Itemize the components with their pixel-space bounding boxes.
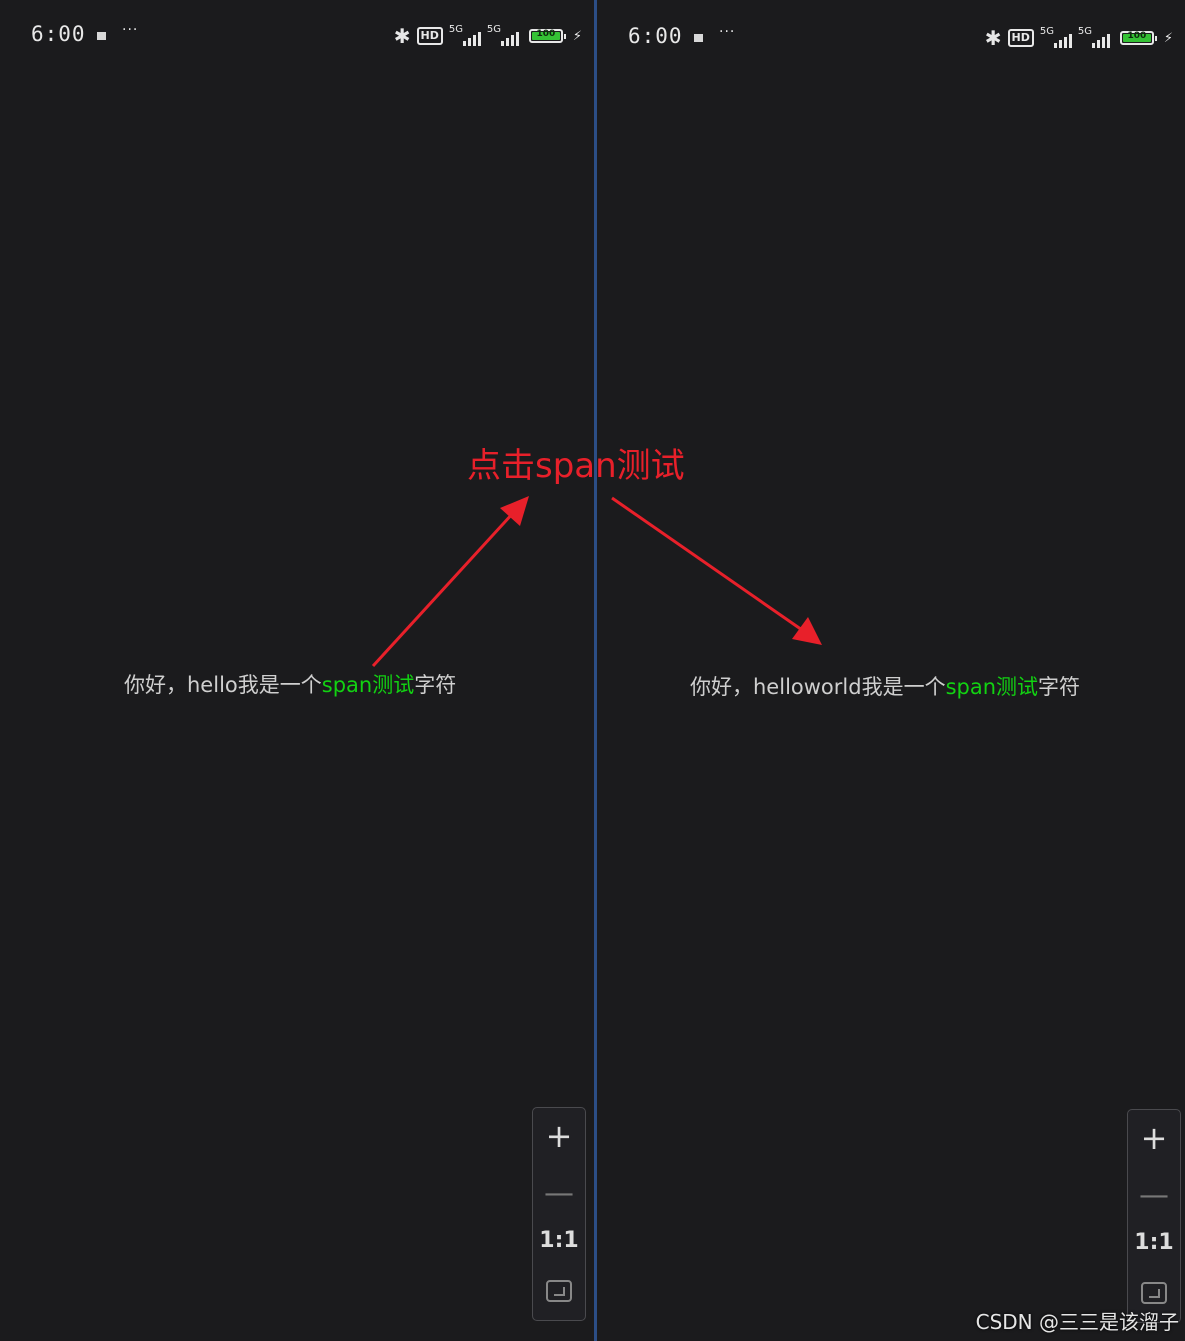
arrow-to-result-head xyxy=(792,617,822,645)
watermark: CSDN @三三是该溜子 xyxy=(975,1310,1179,1334)
arrow-to-label xyxy=(371,510,516,668)
arrow-to-result xyxy=(611,496,806,634)
annotation-arrows xyxy=(371,496,822,668)
annotation-label: 点击span测试 xyxy=(467,446,685,486)
